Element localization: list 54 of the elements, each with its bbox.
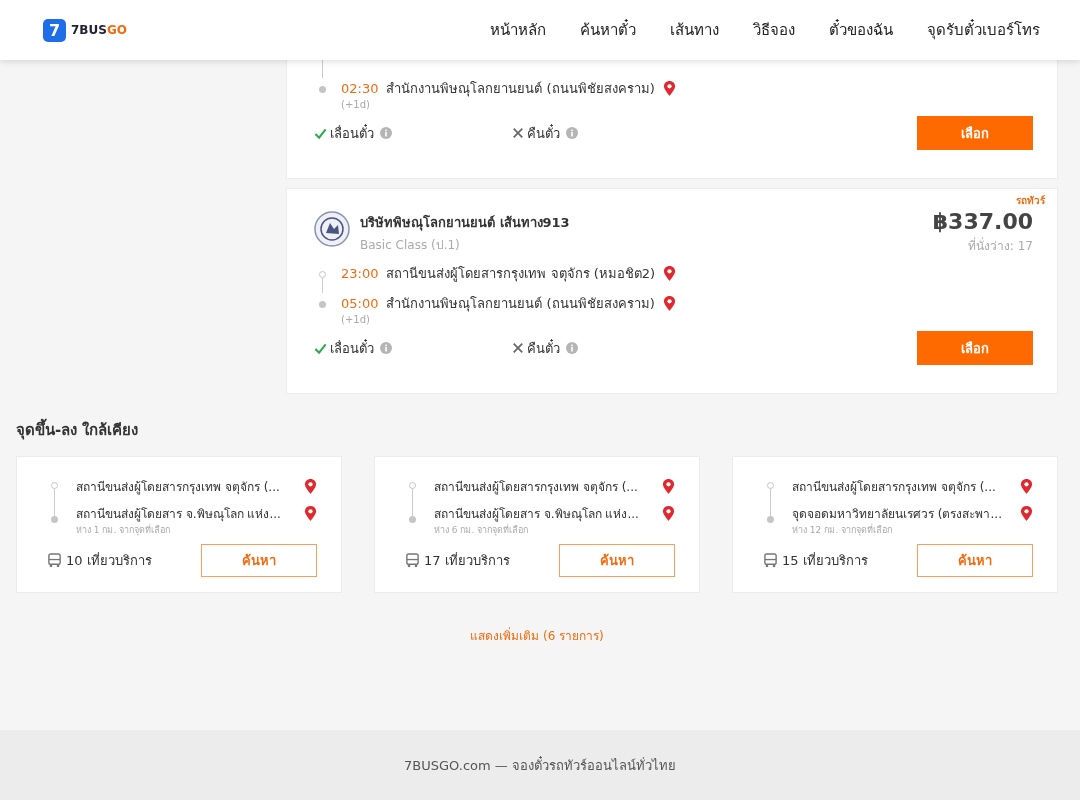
next-day-note: (+1d) <box>341 99 371 110</box>
map-pin-icon[interactable] <box>662 80 676 97</box>
map-pin-icon[interactable] <box>304 478 317 495</box>
map-pin-icon[interactable] <box>662 295 676 312</box>
stop-dot <box>319 301 326 308</box>
feature-label: คืนตั๋ว <box>527 338 560 358</box>
logo-text[interactable]: 7BUSGO <box>71 23 127 37</box>
bus-icon <box>405 553 420 568</box>
map-pin-icon[interactable] <box>304 505 317 522</box>
bus-class: Basic Class (ป.1) <box>360 237 461 254</box>
stop-name: สถานีขนส่งผู้โดยสารกรุงเทพ จตุจักร (... <box>792 479 996 496</box>
nav-link[interactable]: จุดรับตั๋วเบอร์โทร <box>927 18 1040 42</box>
feature-label: เลื่อนตั๋ว <box>330 338 374 358</box>
nav-link[interactable]: ตั๋วของฉัน <box>829 18 893 42</box>
distance-note: ห่าง 6 กม. จากจุดที่เลือก <box>434 523 530 537</box>
stop-name: สถานีขนส่งผู้โดยสารกรุงเทพ จตุจักร (... <box>434 479 638 496</box>
section-title: จุดขึ้น-ลง ใกล้เคียง <box>16 418 1058 442</box>
nav-link[interactable]: ค้นหาตั๋ว <box>580 18 636 42</box>
seats-available: ที่นั่งว่าง: 17 <box>966 236 1033 255</box>
trip-count: 10 เที่ยวบริการ <box>66 551 152 570</box>
map-pin-icon[interactable] <box>662 478 675 495</box>
stop-name: สำนักงานพิษณุโลกยานยนต์ (ถนนพิชัยสงคราม) <box>386 295 655 314</box>
stop-time: 05:00 <box>341 296 379 311</box>
stop-time: 02:30 <box>341 81 379 96</box>
bus-icon <box>47 553 62 568</box>
map-pin-icon[interactable] <box>662 505 675 522</box>
distance-note: ห่าง 12 กม. จากจุดที่เลือก <box>792 523 893 537</box>
emblem-icon <box>314 211 350 247</box>
logo-icon[interactable]: 7 <box>43 18 66 42</box>
next-day-note: (+1d) <box>341 314 371 325</box>
price: ฿337.00 <box>932 209 1033 234</box>
stop-name: จุดจอดมหาวิทยาลัยนเรศวร (ตรงสะพา... <box>792 506 1002 523</box>
bus-icon <box>763 553 778 568</box>
map-pin-icon[interactable] <box>663 265 677 282</box>
trip-count: 15 เที่ยวบริการ <box>782 551 868 570</box>
stop-name: สถานีขนส่งผู้โดยสารกรุงเทพ จตุจักร (... <box>76 479 280 496</box>
stop-time: 23:00 <box>341 266 379 281</box>
feature-label: คืนตั๋ว <box>527 123 560 143</box>
bus-type-label: รถทัวร์ <box>1016 194 1045 208</box>
map-pin-icon[interactable] <box>1020 505 1033 522</box>
nav-link[interactable]: วิธีจอง <box>753 18 795 42</box>
map-pin-icon[interactable] <box>1020 478 1033 495</box>
footer-text: 7BUSGO.com — จองตั๋วรถทัวร์ออนไลน์ทั่วไทย <box>404 755 676 775</box>
nav-link[interactable]: เส้นทาง <box>670 18 719 42</box>
nav-link[interactable]: หน้าหลัก <box>490 18 546 42</box>
feature-label: เลื่อนตั๋ว <box>330 123 374 143</box>
stop-name: สถานีขนส่งผู้โดยสาร จ.พิษณุโลก แห่ง... <box>434 506 639 523</box>
operator-name: บริษัทพิษณุโลกยานยนต์ เส้นทาง913 <box>360 214 571 233</box>
stop-dot <box>319 86 326 93</box>
trip-count: 17 เที่ยวบริการ <box>424 551 510 570</box>
stop-name: สถานีขนส่งผู้โดยสาร จ.พิษณุโลก แห่ง... <box>76 506 281 523</box>
distance-note: ห่าง 1 กม. จากจุดที่เลือก <box>76 523 172 537</box>
stop-name: สถานีขนส่งผู้โดยสารกรุงเทพ จตุจักร (หมอชิต2) <box>386 265 656 284</box>
stop-name: สำนักงานพิษณุโลกยานยนต์ (ถนนพิชัยสงคราม) <box>386 80 655 99</box>
